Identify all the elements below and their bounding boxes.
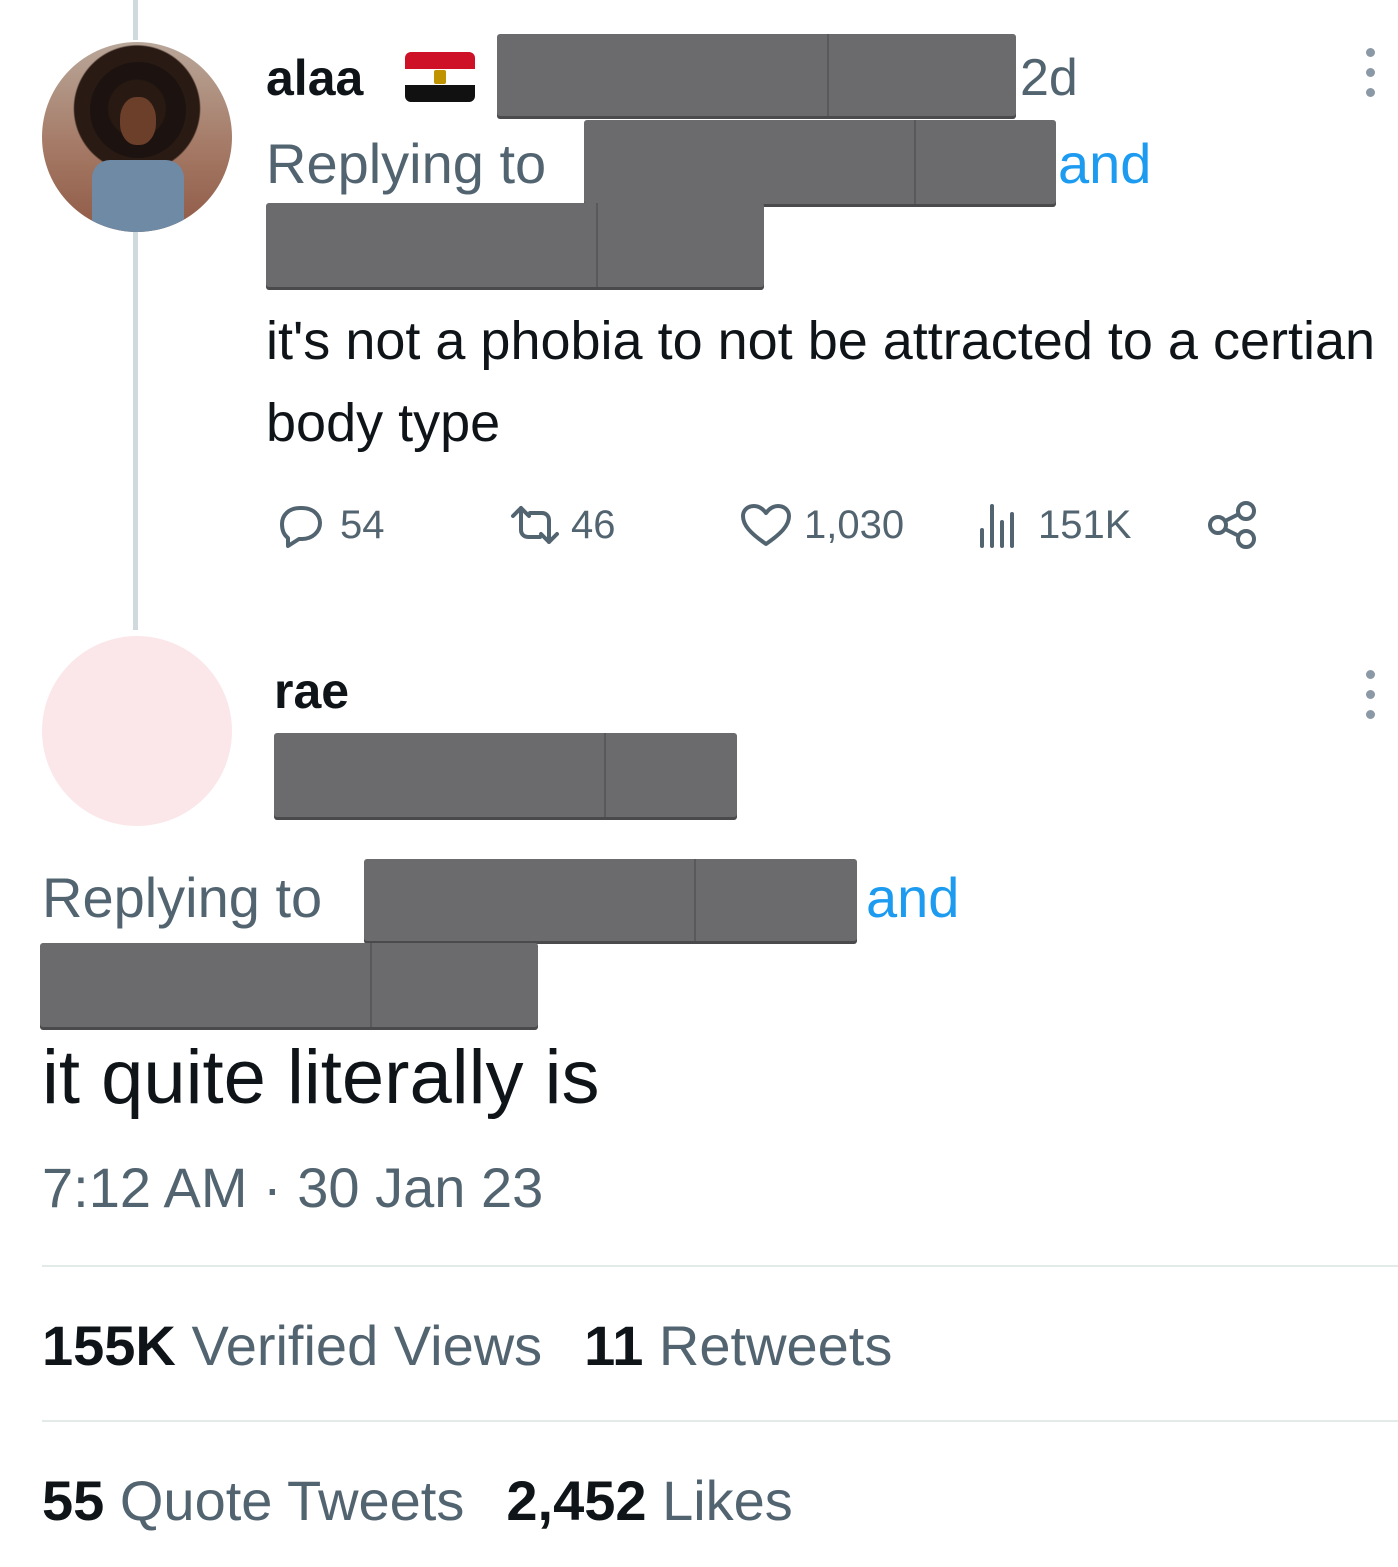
more-icon[interactable]	[1364, 670, 1376, 730]
thread-line-top	[133, 0, 138, 40]
avatar-alaa[interactable]	[42, 42, 232, 232]
retweets-stat[interactable]: 11 Retweets	[584, 1314, 892, 1377]
quotes-count: 55	[42, 1469, 105, 1532]
avatar-shirt	[92, 160, 184, 232]
reply-icon	[280, 506, 322, 548]
redaction-seam	[604, 733, 606, 817]
more-icon[interactable]	[1364, 48, 1376, 108]
flag-stripe-red	[405, 52, 475, 69]
redaction-seam	[596, 203, 598, 287]
stats-row-quotes-likes: 55 Quote Tweets 2,452 Likes	[42, 1473, 793, 1529]
redacted-mention-2	[266, 203, 764, 287]
tweet-date: 30 Jan 23	[297, 1156, 544, 1219]
verified-views-stat[interactable]: 155K Verified Views	[42, 1314, 542, 1377]
retweets-count: 11	[584, 1314, 644, 1377]
retweet-count: 46	[571, 503, 616, 547]
tweet-timestamp[interactable]: 7:12 AM · 30 Jan 23	[42, 1160, 543, 1216]
stats-row-views-retweets: 155K Verified Views 11 Retweets	[42, 1318, 892, 1374]
likes-label: Likes	[662, 1469, 793, 1532]
tweet-time: 7:12 AM	[42, 1156, 248, 1219]
views-button[interactable]: 151K	[976, 502, 1131, 548]
redacted-mention-1	[584, 120, 1056, 204]
divider	[42, 1265, 1398, 1267]
flag-stripe-black	[405, 85, 475, 102]
redaction-seam	[827, 34, 829, 116]
reply-button[interactable]: 54	[272, 502, 385, 548]
retweets-label: Retweets	[658, 1314, 893, 1377]
divider	[42, 1420, 1398, 1422]
share-icon	[1208, 501, 1256, 549]
like-count: 1,030	[804, 503, 905, 547]
tweet-text: it's not a phobia to not be attracted to…	[266, 311, 1376, 453]
author-name-alaa[interactable]: alaa	[266, 53, 363, 103]
redacted-mention-2	[40, 943, 538, 1027]
views-count: 151K	[1038, 503, 1132, 547]
egypt-flag-icon	[405, 52, 475, 102]
redacted-handle	[274, 733, 737, 817]
and-link[interactable]: and	[1058, 136, 1151, 192]
avatar-face	[120, 97, 156, 145]
views-label: Verified Views	[191, 1314, 543, 1377]
share-button[interactable]	[1206, 500, 1260, 550]
and-link[interactable]: and	[866, 870, 959, 926]
redacted-mention-1	[364, 859, 857, 941]
like-icon	[741, 504, 791, 546]
redaction-seam	[914, 120, 916, 204]
redacted-handle	[497, 34, 1016, 116]
flag-eagle	[434, 70, 446, 84]
reply-count: 54	[340, 503, 385, 547]
quote-tweets-stat[interactable]: 55 Quote Tweets	[42, 1469, 464, 1532]
retweet-icon	[511, 506, 559, 544]
retweet-button[interactable]: 46	[503, 502, 616, 548]
avatar-rae[interactable]	[42, 636, 232, 826]
quotes-label: Quote Tweets	[119, 1469, 465, 1532]
likes-stat[interactable]: 2,452 Likes	[506, 1469, 792, 1532]
redaction-seam	[694, 859, 696, 941]
views-icon	[980, 504, 1014, 548]
replying-to-label: Replying to	[42, 866, 323, 929]
likes-count: 2,452	[506, 1469, 647, 1532]
author-name-rae[interactable]: rae	[274, 666, 349, 716]
replying-to-label: Replying to	[266, 132, 547, 195]
redaction-seam	[370, 943, 372, 1027]
thread-line	[133, 232, 138, 630]
tweet-text: it quite literally is	[42, 1035, 600, 1120]
like-button[interactable]: 1,030	[738, 502, 904, 548]
meta-separator: ·	[263, 1156, 282, 1219]
views-count: 155K	[42, 1314, 176, 1377]
relative-time[interactable]: 2d	[1020, 52, 1078, 104]
